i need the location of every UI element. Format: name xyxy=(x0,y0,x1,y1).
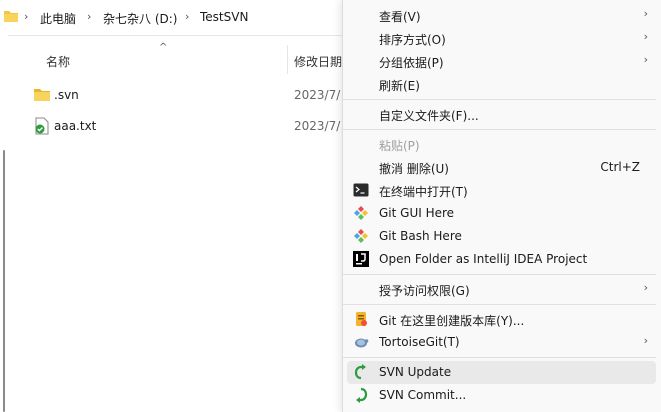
menu-item-label: 在终端中打开(T) xyxy=(379,185,468,199)
menu-item-undo-delete[interactable]: 撤消 删除(U) Ctrl+Z xyxy=(343,156,661,179)
tortoisegit-icon xyxy=(353,334,369,350)
shortcut-label: Ctrl+Z xyxy=(600,160,640,174)
menu-item-grant-access[interactable]: 授予访问权限(G) › xyxy=(343,278,661,301)
menu-separator xyxy=(343,357,656,358)
chevron-right-icon: › xyxy=(643,281,648,294)
column-header-name[interactable]: 名称 xyxy=(46,53,70,70)
menu-item-label: 粘贴(P) xyxy=(379,139,420,153)
chevron-right-icon: › xyxy=(87,10,92,23)
menu-item-git-create-repo[interactable]: Git 在这里创建版本库(Y)... xyxy=(343,308,661,331)
file-date: 2023/7/ xyxy=(294,119,341,133)
breadcrumb-folder[interactable]: TestSVN xyxy=(200,10,248,24)
chevron-right-icon: › xyxy=(24,10,29,23)
column-header-date[interactable]: 修改日期 xyxy=(294,53,342,70)
folder-icon xyxy=(3,9,19,26)
menu-item-label: Git Bash Here xyxy=(379,229,462,243)
menu-item-label: 授予访问权限(G) xyxy=(379,284,470,298)
menu-item-label: 刷新(E) xyxy=(379,79,420,93)
menu-item-sort-by[interactable]: 排序方式(O) › xyxy=(343,27,661,50)
chevron-right-icon: › xyxy=(643,53,648,66)
menu-item-svn-update[interactable]: SVN Update xyxy=(347,361,656,384)
menu-item-label: Git GUI Here xyxy=(379,206,455,220)
menu-item-label: 撤消 删除(U) xyxy=(379,162,449,176)
menu-item-label: Open Folder as IntelliJ IDEA Project xyxy=(379,252,588,266)
svn-text-file-icon xyxy=(33,117,51,135)
file-name: .svn xyxy=(54,88,79,102)
menu-item-label: SVN Commit... xyxy=(379,388,467,402)
menu-item-git-gui[interactable]: Git GUI Here xyxy=(343,202,661,225)
file-row[interactable]: .svn 2023/7/ xyxy=(9,82,349,108)
git-repo-icon xyxy=(353,311,369,327)
context-menu: 查看(V) › 排序方式(O) › 分组依据(P) › 刷新(E) 自定义文件夹… xyxy=(342,0,661,412)
file-date: 2023/7/ xyxy=(294,88,341,102)
menu-separator xyxy=(343,274,656,275)
svn-commit-icon xyxy=(353,387,369,403)
menu-item-label: SVN Update xyxy=(379,365,452,379)
menu-separator xyxy=(343,129,656,130)
breadcrumb-this-pc[interactable]: 此电脑 xyxy=(40,10,76,27)
menu-item-open-in-terminal[interactable]: 在终端中打开(T) xyxy=(343,179,661,202)
menu-item-label: 自定义文件夹(F)... xyxy=(379,109,479,123)
column-divider[interactable] xyxy=(287,45,288,74)
folder-icon xyxy=(33,86,51,102)
menu-item-open-intellij[interactable]: Open Folder as IntelliJ IDEA Project xyxy=(343,248,661,271)
chevron-right-icon: › xyxy=(643,7,648,20)
file-name: aaa.txt xyxy=(54,119,97,133)
chevron-right-icon: › xyxy=(643,30,648,43)
menu-item-refresh[interactable]: 刷新(E) xyxy=(343,73,661,96)
menu-item-view[interactable]: 查看(V) › xyxy=(343,4,661,27)
menu-separator xyxy=(343,99,656,100)
scrollbar[interactable] xyxy=(3,150,5,412)
menu-item-label: 查看(V) xyxy=(379,10,421,24)
sort-ascending-icon: ^ xyxy=(159,42,168,53)
menu-item-label: 分组依据(P) xyxy=(379,56,444,70)
menu-item-customize-folder[interactable]: 自定义文件夹(F)... xyxy=(343,103,661,126)
git-gui-icon xyxy=(353,205,369,221)
intellij-icon xyxy=(353,251,369,267)
file-row[interactable]: aaa.txt 2023/7/ xyxy=(9,113,349,139)
menu-item-git-bash[interactable]: Git Bash Here xyxy=(343,225,661,248)
menu-item-label: TortoiseGit(T) xyxy=(379,335,460,349)
chevron-right-icon: › xyxy=(643,334,648,347)
git-bash-icon xyxy=(353,228,369,244)
menu-item-label: 排序方式(O) xyxy=(379,33,446,47)
breadcrumb-drive[interactable]: 杂七杂八 (D:) xyxy=(103,10,177,27)
terminal-icon xyxy=(353,182,369,198)
menu-item-tortoisegit[interactable]: TortoiseGit(T) › xyxy=(343,331,661,354)
menu-item-svn-commit[interactable]: SVN Commit... xyxy=(343,384,661,407)
svn-update-icon xyxy=(353,364,369,380)
menu-item-paste: 粘贴(P) xyxy=(343,133,661,156)
menu-separator xyxy=(343,304,656,305)
menu-item-group-by[interactable]: 分组依据(P) › xyxy=(343,50,661,73)
menu-item-label: Git 在这里创建版本库(Y)... xyxy=(379,314,525,328)
chevron-right-icon: › xyxy=(185,10,190,23)
column-header-row: ^ 名称 修改日期 xyxy=(9,42,349,76)
